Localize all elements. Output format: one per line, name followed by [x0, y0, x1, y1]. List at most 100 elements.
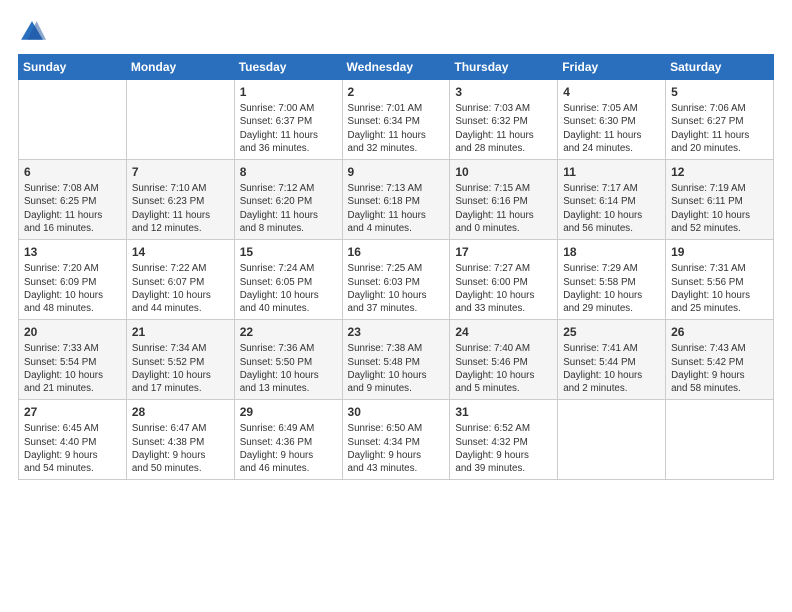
- calendar-cell: 5Sunrise: 7:06 AM Sunset: 6:27 PM Daylig…: [666, 80, 774, 160]
- calendar-cell: 26 Sunrise: 7:43 AM Sunset: 5:42 PM Dayli…: [666, 320, 774, 400]
- calendar-cell: [558, 400, 666, 480]
- day-number: 4: [563, 84, 660, 100]
- calendar-cell: 27Sunrise: 6:45 AM Sunset: 4:40 PM Dayli…: [19, 400, 127, 480]
- day-number: 22: [240, 324, 337, 340]
- day-number: 18: [563, 244, 660, 260]
- weekday-header-wednesday: Wednesday: [342, 55, 450, 80]
- day-info: Sunrise: 7:22 AM Sunset: 6:07 PM Dayligh…: [132, 262, 229, 315]
- day-info: Sunrise: 7:29 AM Sunset: 5:58 PM Dayligh…: [563, 262, 660, 315]
- day-number: 11: [563, 164, 660, 180]
- calendar-cell: 8 Sunrise: 7:12 AM Sunset: 6:20 PM Daylig…: [234, 160, 342, 240]
- day-number: 17: [455, 244, 552, 260]
- calendar-cell: 11 Sunrise: 7:17 AM Sunset: 6:14 PM Dayli…: [558, 160, 666, 240]
- calendar-cell: [19, 80, 127, 160]
- calendar-cell: 4 Sunrise: 7:05 AM Sunset: 6:30 PM Daylig…: [558, 80, 666, 160]
- day-number: 16: [348, 244, 445, 260]
- day-number: 25: [563, 324, 660, 340]
- day-info: Sunrise: 7:36 AM Sunset: 5:50 PM Dayligh…: [240, 342, 337, 395]
- weekday-header-friday: Friday: [558, 55, 666, 80]
- day-info: Sunrise: 7:31 AM Sunset: 5:56 PM Dayligh…: [671, 262, 768, 315]
- weekday-header-monday: Monday: [126, 55, 234, 80]
- header: [18, 18, 774, 46]
- calendar-cell: 6 Sunrise: 7:08 AM Sunset: 6:25 PM Daylig…: [19, 160, 127, 240]
- calendar-cell: 9 Sunrise: 7:13 AM Sunset: 6:18 PM Daylig…: [342, 160, 450, 240]
- day-info: Sunrise: 7:10 AM Sunset: 6:23 PM Dayligh…: [132, 182, 229, 235]
- weekday-header-saturday: Saturday: [666, 55, 774, 80]
- day-info: Sunrise: 7:19 AM Sunset: 6:11 PM Dayligh…: [671, 182, 768, 235]
- calendar-cell: 17 Sunrise: 7:27 AM Sunset: 6:00 PM Dayli…: [450, 240, 558, 320]
- day-number: 20: [24, 324, 121, 340]
- calendar-cell: 25Sunrise: 7:41 AM Sunset: 5:44 PM Dayli…: [558, 320, 666, 400]
- day-number: 7: [132, 164, 229, 180]
- weekday-header-sunday: Sunday: [19, 55, 127, 80]
- calendar-cell: 23 Sunrise: 7:38 AM Sunset: 5:48 PM Dayli…: [342, 320, 450, 400]
- weekday-header-row: SundayMondayTuesdayWednesdayThursdayFrid…: [19, 55, 774, 80]
- day-number: 28: [132, 404, 229, 420]
- day-number: 15: [240, 244, 337, 260]
- calendar-cell: 28 Sunrise: 6:47 AM Sunset: 4:38 PM Dayli…: [126, 400, 234, 480]
- calendar-cell: 22 Sunrise: 7:36 AM Sunset: 5:50 PM Dayli…: [234, 320, 342, 400]
- calendar-cell: 16 Sunrise: 7:25 AM Sunset: 6:03 PM Dayli…: [342, 240, 450, 320]
- calendar-cell: 13 Sunrise: 7:20 AM Sunset: 6:09 PM Dayli…: [19, 240, 127, 320]
- day-number: 14: [132, 244, 229, 260]
- day-number: 9: [348, 164, 445, 180]
- day-info: Sunrise: 7:05 AM Sunset: 6:30 PM Dayligh…: [563, 102, 660, 155]
- weekday-header-thursday: Thursday: [450, 55, 558, 80]
- calendar-cell: 2 Sunrise: 7:01 AM Sunset: 6:34 PM Daylig…: [342, 80, 450, 160]
- logo: [18, 18, 50, 46]
- week-row-1: 1 Sunrise: 7:00 AM Sunset: 6:37 PM Daylig…: [19, 80, 774, 160]
- calendar-cell: 10Sunrise: 7:15 AM Sunset: 6:16 PM Dayli…: [450, 160, 558, 240]
- day-info: Sunrise: 7:15 AM Sunset: 6:16 PM Dayligh…: [455, 182, 552, 235]
- day-info: Sunrise: 7:01 AM Sunset: 6:34 PM Dayligh…: [348, 102, 445, 155]
- day-info: Sunrise: 6:49 AM Sunset: 4:36 PM Dayligh…: [240, 422, 337, 475]
- day-info: Sunrise: 7:03 AM Sunset: 6:32 PM Dayligh…: [455, 102, 552, 155]
- day-info: Sunrise: 6:50 AM Sunset: 4:34 PM Dayligh…: [348, 422, 445, 475]
- day-info: Sunrise: 7:13 AM Sunset: 6:18 PM Dayligh…: [348, 182, 445, 235]
- day-number: 23: [348, 324, 445, 340]
- day-info: Sunrise: 7:12 AM Sunset: 6:20 PM Dayligh…: [240, 182, 337, 235]
- calendar-cell: [666, 400, 774, 480]
- day-info: Sunrise: 7:00 AM Sunset: 6:37 PM Dayligh…: [240, 102, 337, 155]
- day-number: 24: [455, 324, 552, 340]
- day-number: 21: [132, 324, 229, 340]
- day-number: 19: [671, 244, 768, 260]
- day-number: 3: [455, 84, 552, 100]
- calendar-cell: [126, 80, 234, 160]
- day-number: 6: [24, 164, 121, 180]
- calendar-cell: 3 Sunrise: 7:03 AM Sunset: 6:32 PM Daylig…: [450, 80, 558, 160]
- calendar-cell: 19 Sunrise: 7:31 AM Sunset: 5:56 PM Dayli…: [666, 240, 774, 320]
- day-info: Sunrise: 7:24 AM Sunset: 6:05 PM Dayligh…: [240, 262, 337, 315]
- day-info: Sunrise: 7:27 AM Sunset: 6:00 PM Dayligh…: [455, 262, 552, 315]
- day-info: Sunrise: 7:08 AM Sunset: 6:25 PM Dayligh…: [24, 182, 121, 235]
- week-row-5: 27Sunrise: 6:45 AM Sunset: 4:40 PM Dayli…: [19, 400, 774, 480]
- logo-icon: [18, 18, 46, 46]
- calendar-cell: 24Sunrise: 7:40 AM Sunset: 5:46 PM Dayli…: [450, 320, 558, 400]
- day-info: Sunrise: 7:25 AM Sunset: 6:03 PM Dayligh…: [348, 262, 445, 315]
- day-info: Sunrise: 7:17 AM Sunset: 6:14 PM Dayligh…: [563, 182, 660, 235]
- calendar-cell: 12 Sunrise: 7:19 AM Sunset: 6:11 PM Dayli…: [666, 160, 774, 240]
- day-number: 2: [348, 84, 445, 100]
- day-number: 26: [671, 324, 768, 340]
- day-info: Sunrise: 6:47 AM Sunset: 4:38 PM Dayligh…: [132, 422, 229, 475]
- weekday-header-tuesday: Tuesday: [234, 55, 342, 80]
- calendar-cell: 14 Sunrise: 7:22 AM Sunset: 6:07 PM Dayli…: [126, 240, 234, 320]
- calendar-cell: 31Sunrise: 6:52 AM Sunset: 4:32 PM Dayli…: [450, 400, 558, 480]
- calendar-cell: 1 Sunrise: 7:00 AM Sunset: 6:37 PM Daylig…: [234, 80, 342, 160]
- day-info: Sunrise: 7:06 AM Sunset: 6:27 PM Dayligh…: [671, 102, 768, 155]
- day-info: Sunrise: 7:20 AM Sunset: 6:09 PM Dayligh…: [24, 262, 121, 315]
- day-number: 8: [240, 164, 337, 180]
- day-number: 31: [455, 404, 552, 420]
- day-info: Sunrise: 7:38 AM Sunset: 5:48 PM Dayligh…: [348, 342, 445, 395]
- page: SundayMondayTuesdayWednesdayThursdayFrid…: [0, 0, 792, 490]
- day-info: Sunrise: 7:43 AM Sunset: 5:42 PM Dayligh…: [671, 342, 768, 395]
- calendar: SundayMondayTuesdayWednesdayThursdayFrid…: [18, 54, 774, 480]
- day-number: 29: [240, 404, 337, 420]
- calendar-cell: 30Sunrise: 6:50 AM Sunset: 4:34 PM Dayli…: [342, 400, 450, 480]
- day-info: Sunrise: 7:33 AM Sunset: 5:54 PM Dayligh…: [24, 342, 121, 395]
- day-number: 27: [24, 404, 121, 420]
- day-number: 1: [240, 84, 337, 100]
- day-number: 12: [671, 164, 768, 180]
- week-row-2: 6 Sunrise: 7:08 AM Sunset: 6:25 PM Daylig…: [19, 160, 774, 240]
- day-number: 13: [24, 244, 121, 260]
- calendar-cell: 15 Sunrise: 7:24 AM Sunset: 6:05 PM Dayli…: [234, 240, 342, 320]
